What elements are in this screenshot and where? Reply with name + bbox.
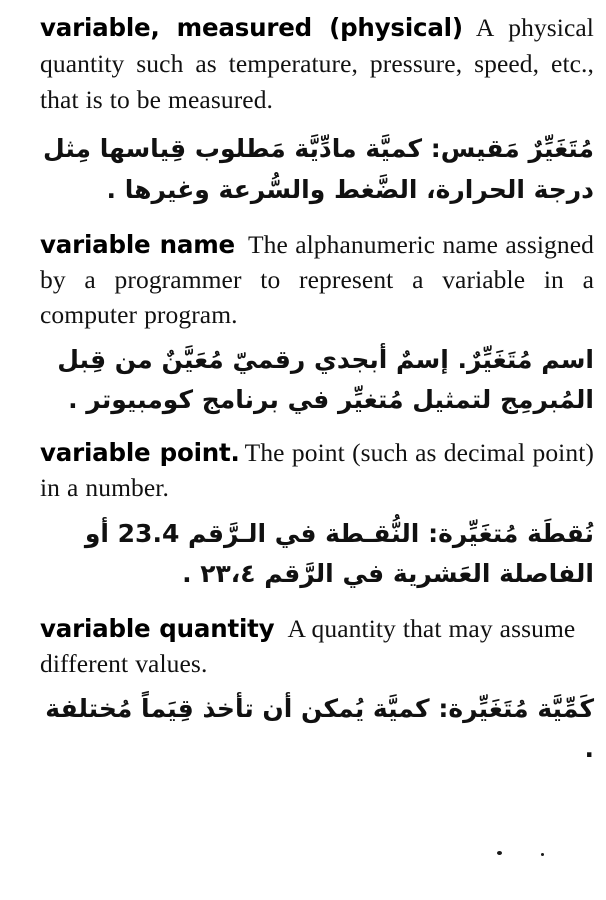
entry-arabic-gloss: نُقطَة مُتغَيِّرة: النُّقـطة في الـرَّقم… <box>40 514 594 594</box>
entry-arabic-gloss: مُتَغَيِّرٌ مَقيس: كميَّة مادِّيَّة مَطل… <box>40 128 594 210</box>
entry-arabic-term: اسم مُتَغَيِّرٌ <box>466 345 594 374</box>
entry-arabic-term: مُتَغَيِّرٌ مَقيس <box>440 134 594 163</box>
entry-arabic-separator: : <box>430 134 441 163</box>
dictionary-entry: variable name The alphanumeric name assig… <box>40 227 594 420</box>
entry-arabic-separator: . <box>457 345 467 374</box>
entry-definition-line: variable, measured (physical) A physical … <box>40 10 594 118</box>
scan-artifact <box>541 853 544 856</box>
scan-artifact <box>497 851 502 855</box>
entry-arabic-term: كَمِّيَّة مُتَغَيِّرة <box>448 694 594 723</box>
entry-headword: variable point. <box>40 438 240 467</box>
entry-headword: variable, measured (physical) <box>40 13 463 42</box>
entry-headword: variable name <box>40 230 235 259</box>
dictionary-entry: variable quantity A quantity that may ass… <box>40 611 594 769</box>
dictionary-entry: variable point. The point (such as decima… <box>40 435 594 594</box>
entry-definition-line: variable point. The point (such as decima… <box>40 435 594 505</box>
entry-definition-line: variable quantity A quantity that may ass… <box>40 611 594 681</box>
entry-arabic-gloss: اسم مُتَغَيِّرٌ. إسمٌ أبجدي رقميّ مُعَيَ… <box>40 340 594 420</box>
dictionary-page: variable, measured (physical) A physical … <box>0 0 606 900</box>
entry-arabic-separator: : <box>438 694 449 723</box>
dictionary-entry: variable, measured (physical) A physical … <box>40 10 594 210</box>
entry-arabic-term: نُقطَة مُتغَيِّرة <box>438 519 594 548</box>
entry-arabic-separator: : <box>428 519 439 548</box>
entry-definition-line: variable name The alphanumeric name assig… <box>40 227 594 332</box>
entry-headword: variable quantity <box>40 614 275 643</box>
entry-arabic-gloss: كَمِّيَّة مُتَغَيِّرة: كميَّة يُمكن أن ت… <box>40 689 594 769</box>
